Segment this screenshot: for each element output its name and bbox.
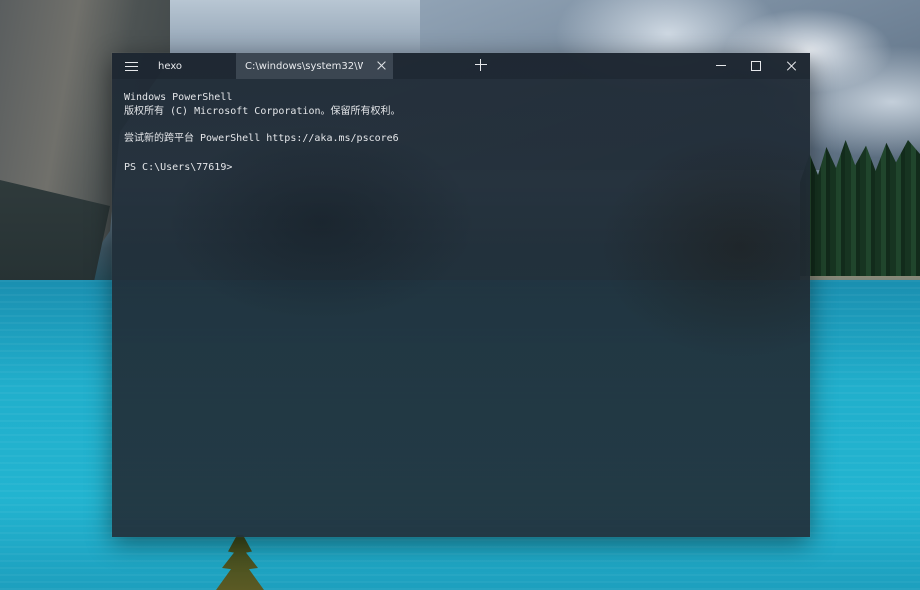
terminal-line: Windows PowerShell: [124, 92, 233, 103]
prompt-line[interactable]: PS C:\Users\77619>: [124, 159, 798, 175]
maximize-icon[interactable]: [738, 53, 774, 79]
tab-label: C:\windows\system32\Win...: [245, 60, 363, 72]
terminal-output[interactable]: Windows PowerShell 版权所有 (C) Microsoft Co…: [112, 79, 810, 187]
hamburger-menu-icon[interactable]: [112, 53, 150, 79]
title-bar[interactable]: hexo C:\windows\system32\Win...: [112, 53, 810, 79]
terminal-window: hexo C:\windows\system32\Win... Windows …: [112, 53, 810, 537]
window-close-icon[interactable]: [774, 53, 810, 79]
terminal-line: 版权所有 (C) Microsoft Corporation。保留所有权利。: [124, 105, 401, 117]
wallpaper-mountain-left: [160, 0, 420, 60]
prompt: PS C:\Users\77619>: [124, 161, 233, 173]
terminal-line: 尝试新的跨平台 PowerShell https://aka.ms/pscore…: [124, 132, 399, 144]
tab-close-icon[interactable]: [376, 60, 387, 71]
tab-label: hexo: [158, 60, 183, 72]
tab-powershell[interactable]: C:\windows\system32\Win...: [236, 53, 393, 79]
text-cursor: [232, 159, 238, 170]
minimize-icon[interactable]: [703, 53, 739, 79]
tab-hexo[interactable]: hexo: [150, 53, 236, 79]
new-tab-plus-icon[interactable]: [475, 59, 487, 71]
